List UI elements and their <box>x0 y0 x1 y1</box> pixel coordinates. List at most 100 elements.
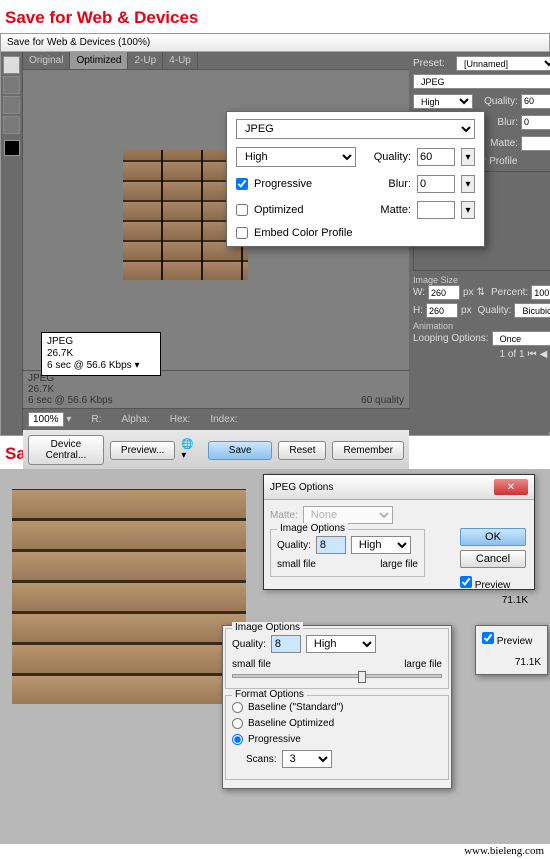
tab-4up[interactable]: 4-Up <box>163 52 198 69</box>
scans-label: Scans: <box>246 754 277 765</box>
chevron-down-icon[interactable]: ▾ <box>134 360 139 371</box>
jpeg-options-dialog: JPEG Options ✕ Matte: None Image Options Q… <box>263 474 535 590</box>
device-central-button[interactable]: Device Central... <box>28 435 104 465</box>
remember-button[interactable]: Remember <box>332 441 403 460</box>
quality-preset-select[interactable]: High <box>413 94 473 109</box>
popup-progressive-label: Progressive <box>254 178 312 190</box>
popup-optimized-checkbox[interactable] <box>236 204 248 216</box>
percent-input[interactable] <box>531 285 550 300</box>
popup-preset-select[interactable]: High <box>236 147 356 167</box>
popup2-quality-label: Quality: <box>232 639 266 650</box>
popup-quality-input[interactable] <box>417 148 455 166</box>
blur-label: Blur: <box>497 117 518 128</box>
resample-select[interactable]: Bicubic <box>514 303 550 318</box>
color-swatch[interactable] <box>4 140 20 156</box>
image-options-legend: Image Options <box>277 523 348 534</box>
tab-optimized[interactable]: Optimized <box>70 52 128 69</box>
toolbar <box>1 52 23 432</box>
popup-matte-label: Matte: <box>369 204 411 216</box>
image-size-header: Image Size <box>413 275 550 285</box>
quality-label: Quality: <box>484 96 518 107</box>
preset-select[interactable]: [Unnamed] <box>456 56 550 71</box>
preview-popup: Preview 71.1K <box>475 625 548 675</box>
preview-size-2: 71.1K <box>482 657 541 668</box>
info-size: 26.7K <box>47 348 155 360</box>
quality-input[interactable] <box>521 94 550 109</box>
format-select[interactable]: JPEG <box>413 74 550 89</box>
zoom-tool[interactable] <box>3 96 20 114</box>
matte-select: None <box>303 506 393 524</box>
info-box: JPEG 26.7K 6 sec @ 56.6 Kbps ▾ <box>41 332 161 376</box>
popup2-legend: Image Options <box>232 622 303 633</box>
chevron-down-icon[interactable]: ▾ <box>461 148 475 166</box>
link-icon[interactable]: ⇅ <box>477 287 485 298</box>
index-label: Index: <box>210 414 237 425</box>
preview-tabs: Original Optimized 2-Up 4-Up <box>23 52 409 70</box>
popup-quality-label: Quality: <box>369 151 411 163</box>
quality-input[interactable] <box>316 536 346 554</box>
image-options-popup: Image Options Quality:High small filelar… <box>222 625 452 789</box>
save-for-web-window: Save for Web & Devices (100%) Original O… <box>0 33 550 436</box>
tab-2up[interactable]: 2-Up <box>128 52 163 69</box>
info-format: JPEG <box>47 336 155 348</box>
preview-size: 71.1K <box>460 595 528 606</box>
chevron-down-icon[interactable]: ▾ <box>461 175 475 193</box>
matte-input[interactable] <box>521 136 550 151</box>
popup-matte-input[interactable] <box>417 201 455 219</box>
matte-label: Matte: <box>270 510 298 521</box>
first-frame-icon[interactable]: ⏮ <box>528 349 537 360</box>
popup-optimized-label: Optimized <box>254 204 304 216</box>
blur-input[interactable] <box>521 115 550 130</box>
quality-preset-select[interactable]: High <box>351 536 411 554</box>
alpha-label: Alpha: <box>121 414 149 425</box>
matte-label: Matte: <box>490 138 518 149</box>
format-popup: JPEG High Quality: ▾ Progressive Blur: ▾ Opt… <box>226 111 485 247</box>
zoom-select[interactable]: 100% ▾ <box>28 414 71 425</box>
status-bar: 100% ▾ R: Alpha: Hex: Index: <box>23 408 409 430</box>
save-button[interactable]: Save <box>208 441 272 460</box>
loop-select[interactable]: Once <box>492 331 550 346</box>
r-label: R: <box>91 414 101 425</box>
ok-button[interactable]: OK <box>460 528 526 546</box>
dialog-title: JPEG Options <box>270 482 333 493</box>
preset-label: Preset: <box>413 58 453 69</box>
baseline-radio[interactable] <box>232 702 243 713</box>
popup-format-select[interactable]: JPEG <box>236 119 475 139</box>
animation-header: Animation <box>413 321 550 331</box>
scans-select[interactable]: 3 <box>282 750 332 768</box>
watermark: www.bieleng.com <box>464 845 544 857</box>
baseline-opt-radio[interactable] <box>232 718 243 729</box>
chevron-down-icon[interactable]: ▾ <box>461 201 475 219</box>
hand-tool[interactable] <box>3 56 20 74</box>
preview-checkbox[interactable] <box>460 576 472 588</box>
window-title: Save for Web & Devices (100%) <box>1 34 549 52</box>
popup-progressive-checkbox[interactable] <box>236 178 248 190</box>
prev-frame-icon[interactable]: ◀ <box>540 349 548 360</box>
popup-embed-checkbox[interactable] <box>236 227 248 239</box>
progressive-radio[interactable] <box>232 734 243 745</box>
width-input[interactable] <box>428 285 460 300</box>
quality-label: Quality: <box>277 540 311 551</box>
cancel-button[interactable]: Cancel <box>460 550 526 568</box>
format-options-legend: Format Options <box>232 689 307 700</box>
popup2-preset-select[interactable]: High <box>306 635 376 653</box>
popup-blur-input[interactable] <box>417 175 455 193</box>
popup-embed-label: Embed Color Profile <box>254 227 352 239</box>
browser-icon[interactable]: 🌐 ▾ <box>181 439 196 461</box>
reset-button[interactable]: Reset <box>278 441 326 460</box>
slice-tool[interactable] <box>3 76 20 94</box>
tab-original[interactable]: Original <box>23 52 70 69</box>
info-time: 6 sec @ 56.6 Kbps <box>47 360 132 371</box>
preview-checkbox-2[interactable] <box>482 632 494 644</box>
preview-button[interactable]: Preview... <box>110 441 175 460</box>
preview-image-large <box>12 489 246 704</box>
height-input[interactable] <box>426 303 458 318</box>
eyedropper-tool[interactable] <box>3 116 20 134</box>
popup2-quality-input[interactable] <box>271 635 301 653</box>
quality-slider[interactable] <box>232 674 442 678</box>
popup-blur-label: Blur: <box>369 178 411 190</box>
section-header-sfw: Save for Web & Devices <box>0 0 550 33</box>
save-as-area: JPEG Options ✕ Matte: None Image Options Q… <box>0 469 550 844</box>
hex-label: Hex: <box>170 414 191 425</box>
close-icon[interactable]: ✕ <box>494 479 528 495</box>
